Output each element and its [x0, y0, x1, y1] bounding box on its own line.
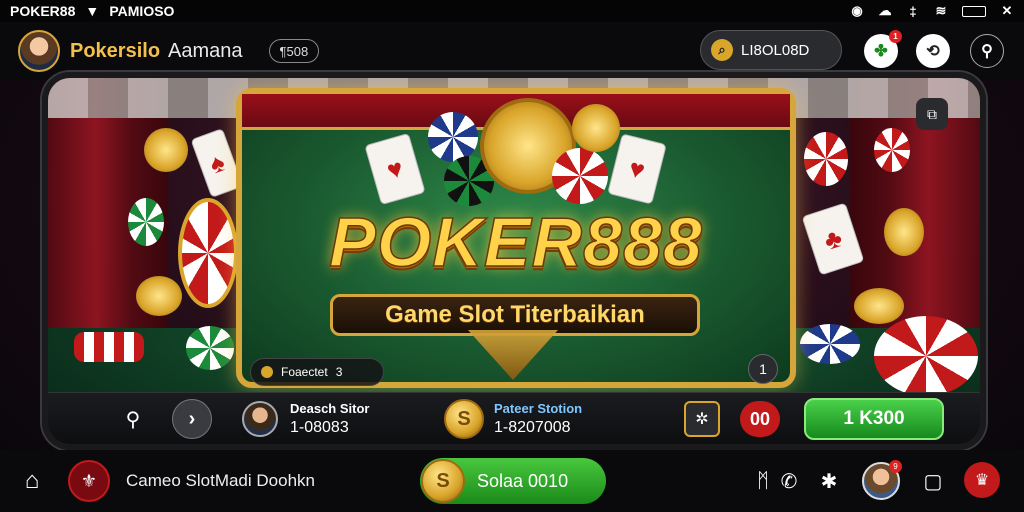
app-name: Pokersilo	[70, 39, 161, 62]
coin-icon: S	[444, 399, 484, 439]
poker-chip	[128, 198, 164, 246]
bet-green-button[interactable]: 1 K300	[804, 398, 944, 440]
home-icon[interactable]: ⌂	[18, 467, 46, 495]
balance-chip[interactable]: ¶508	[268, 39, 320, 63]
game-tagline: Game Slot Titerbaikian	[330, 294, 700, 336]
favorite-icon[interactable]: ♛	[964, 462, 1000, 498]
grid-icon[interactable]: ᛗ	[750, 468, 776, 494]
battery-icon	[962, 5, 986, 17]
game-banner[interactable]: ♥ ♥ POKER888 Game Slot Titerbaikian	[236, 88, 796, 388]
status-secondary-label: PAMIOSO	[109, 3, 175, 19]
clock-icon: ◉	[851, 3, 863, 18]
profile-avatar[interactable]	[18, 30, 60, 72]
poker-chip	[874, 128, 910, 172]
gold-coin	[136, 276, 182, 316]
search-box[interactable]: ⌕ LI8OL08D	[700, 30, 842, 70]
gold-coin	[572, 104, 620, 152]
close-icon[interactable]: ✕	[1000, 3, 1014, 18]
notice-count: 3	[335, 365, 343, 379]
badge-icon: ▼	[85, 3, 100, 19]
poker-chip	[178, 198, 238, 308]
playing-card: ♥	[364, 132, 426, 206]
location-pin-icon[interactable]: ⚲	[120, 406, 146, 432]
poker-chip	[186, 326, 234, 370]
pot-label: Pateer Stotion	[494, 401, 583, 416]
app-screen: POKER88 ▼ PAMIOSO ◉ ☁ ‡ ≋ ✕ Pokersilo Aa…	[0, 0, 1024, 512]
bet-red-button[interactable]: 00	[740, 401, 780, 437]
clover-button[interactable]: ✤ 1	[864, 30, 902, 68]
player-label: Deasch Sitor	[290, 401, 370, 416]
game-logo: POKER888	[328, 202, 703, 282]
notice-label: Foaectet	[281, 365, 328, 379]
settings-icon[interactable]: ✱	[816, 468, 842, 494]
app-subtitle: Aamana	[168, 39, 243, 62]
settings-button[interactable]: ⚲	[970, 34, 1004, 68]
poker-chip	[800, 324, 860, 364]
gold-coin	[854, 288, 904, 324]
clover-icon: ✤	[874, 43, 888, 60]
bottom-title: Cameo SlotMadi Doohkn	[126, 471, 315, 490]
coin-icon: S	[421, 459, 465, 503]
pot-value: 1-8207008	[494, 419, 571, 436]
player-avatar[interactable]	[242, 401, 278, 437]
status-app-label: POKER88	[10, 3, 76, 19]
bars-icon: ‡	[909, 3, 917, 19]
phone-frame: ♣ ♠ ♥ ♥ POKER888 Game Slot Titerbaikian …	[42, 72, 986, 450]
gold-coin	[884, 208, 924, 256]
bottom-app-bar: ⌂ ⚜ Cameo SlotMadi Doohkn S Solaa 0010 ᛗ…	[0, 450, 1024, 512]
notice-pill[interactable]: Foaectet 3	[250, 358, 384, 386]
poker-chip	[74, 332, 144, 362]
bookmark-button[interactable]: ⧉	[916, 98, 948, 130]
player-value: 1-08083	[290, 419, 349, 436]
playing-card: ♥	[607, 133, 667, 205]
switch-icon: ⟲	[926, 43, 940, 60]
notice-icon	[261, 366, 273, 378]
next-arrow-button[interactable]: ›	[172, 399, 212, 439]
signal-icon: ☁	[878, 3, 892, 18]
poker-chip	[552, 148, 608, 204]
chat-icon[interactable]: ▢	[920, 468, 946, 494]
status-bar: POKER88 ▼ PAMIOSO ◉ ☁ ‡ ≋ ✕	[0, 0, 1024, 22]
search-value: LI8OL08D	[741, 41, 810, 59]
bookmark-icon: ⧉	[927, 105, 937, 122]
brand-icon[interactable]: ⚜	[68, 460, 110, 502]
player-strip: ⚲ › Deasch Sitor 1-08083 S Pateer Stotio…	[48, 392, 980, 444]
search-icon: ⌕	[711, 39, 733, 61]
page-indicator[interactable]: 1	[748, 354, 778, 384]
avatar-badge: 9	[889, 460, 902, 473]
notification-badge: 1	[889, 30, 902, 43]
banner-chevron	[468, 330, 558, 380]
settings-icon: ⚲	[981, 43, 993, 60]
wifi-icon: ≋	[935, 3, 947, 18]
play-label: Solaa 0010	[477, 470, 569, 491]
switch-button[interactable]: ⟲	[916, 34, 950, 68]
poker-chip	[874, 316, 978, 396]
poker-chip	[428, 112, 478, 162]
poker-chip	[804, 132, 848, 186]
phone-icon[interactable]: ✆	[776, 468, 802, 494]
user-avatar[interactable]: 9	[862, 460, 902, 500]
play-button[interactable]: S Solaa 0010	[420, 458, 606, 504]
bonus-button[interactable]: ✲	[684, 401, 720, 437]
gold-coin	[144, 128, 188, 172]
